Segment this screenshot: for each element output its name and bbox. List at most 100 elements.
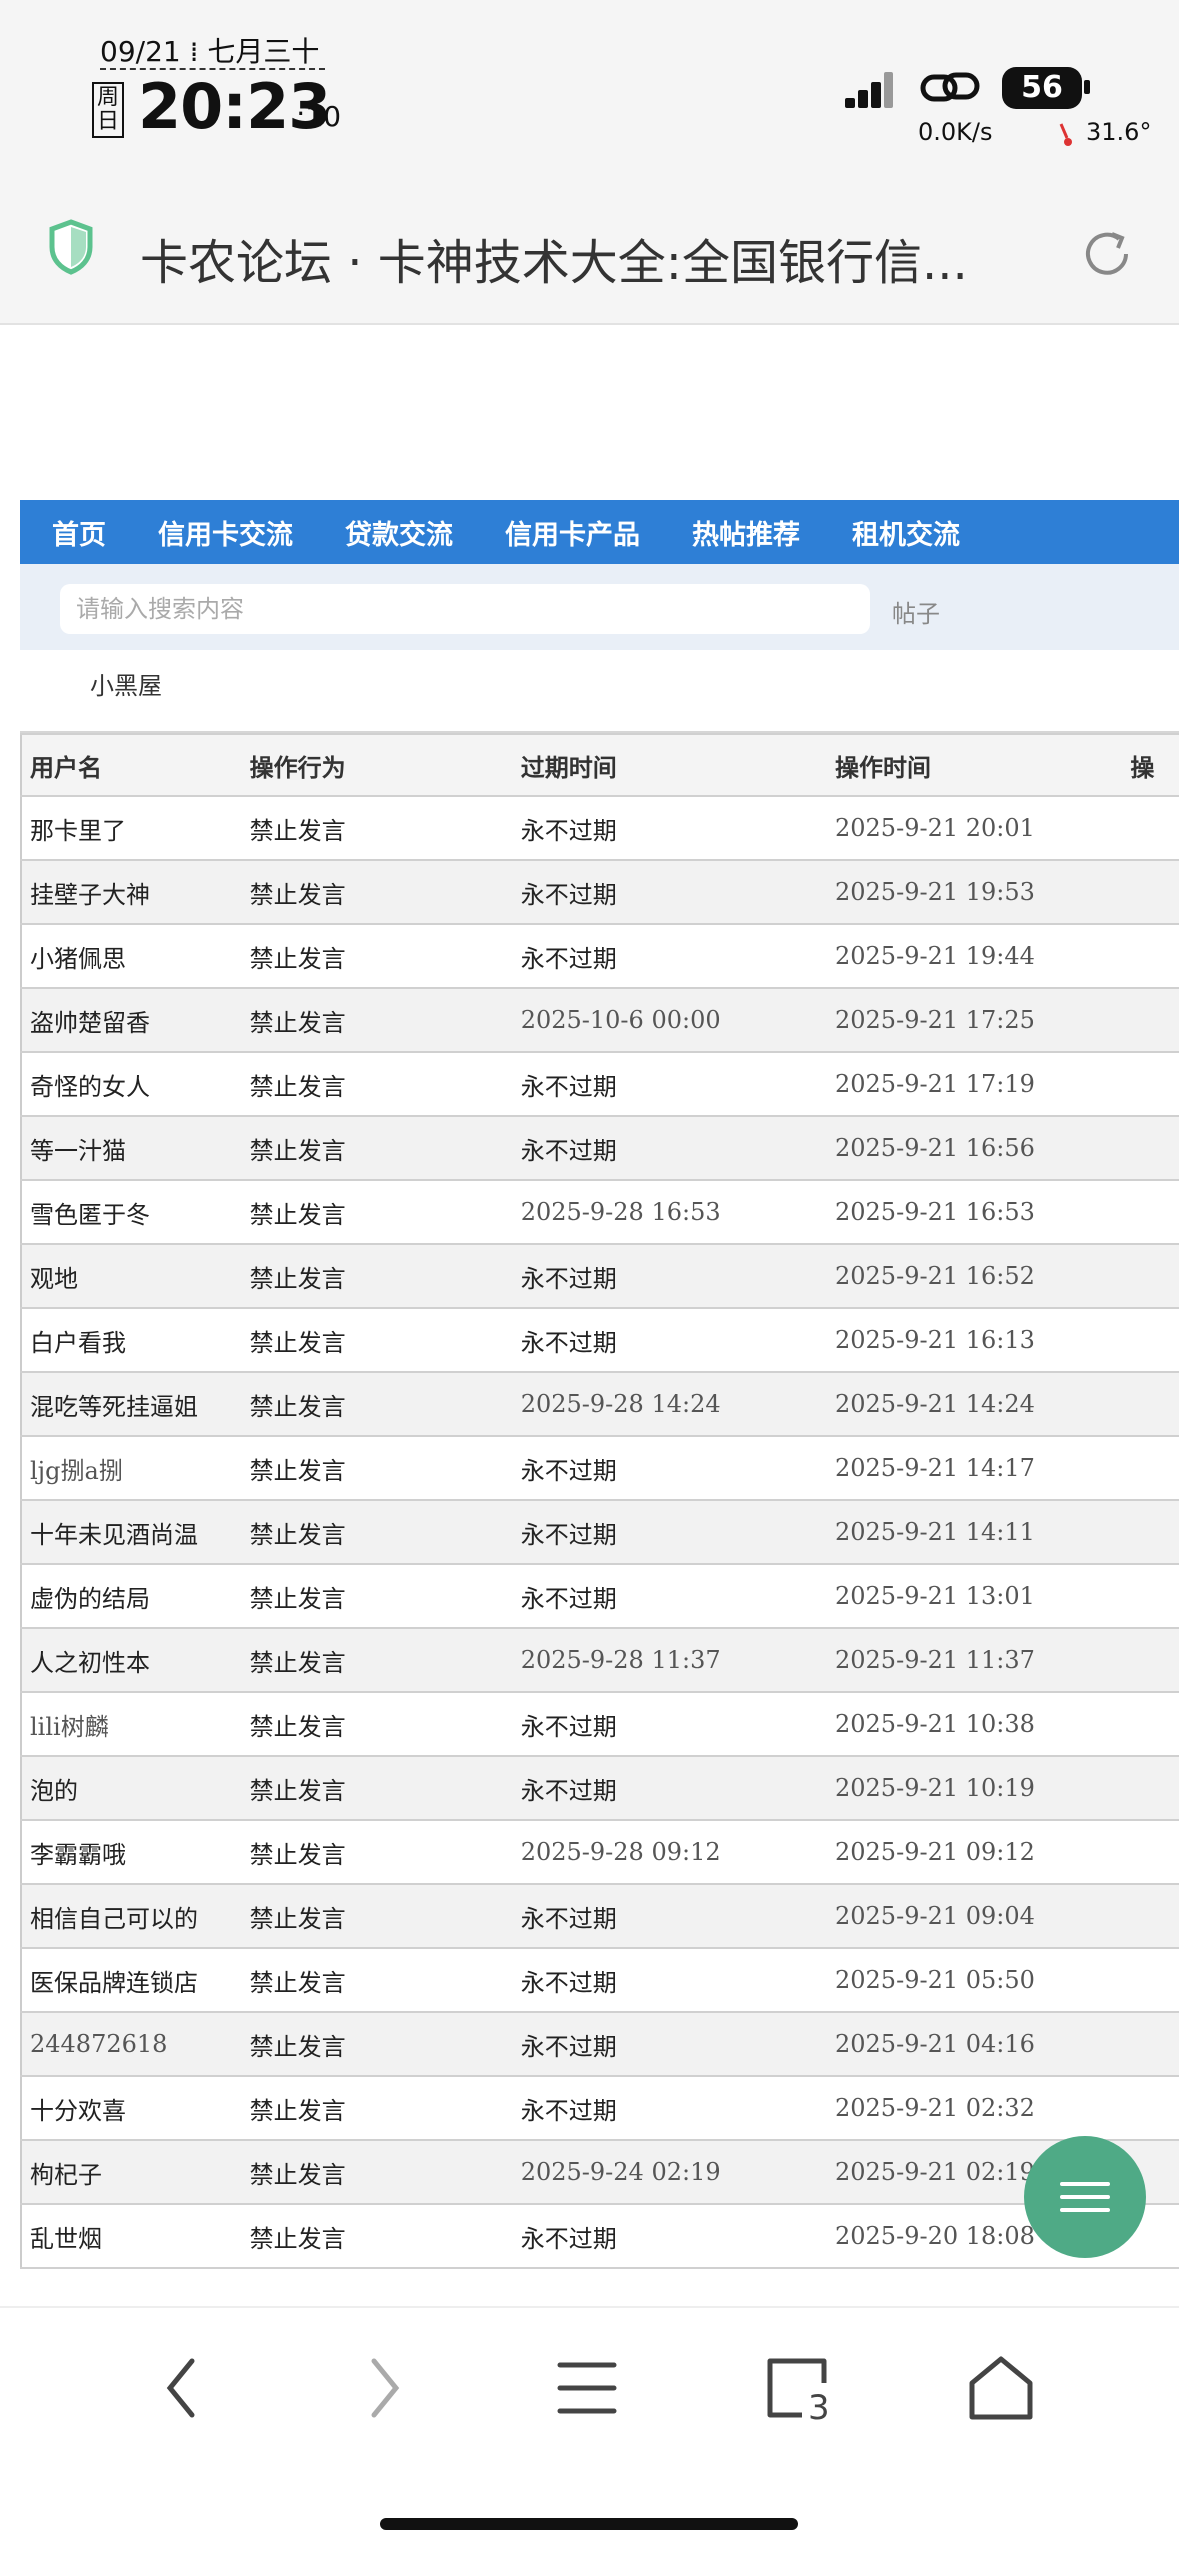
cell-operation-time: 2025-9-21 14:17 <box>827 1435 1123 1500</box>
temperature: 31.6° <box>1086 118 1152 146</box>
cell-username[interactable]: 乱世烟 <box>21 2203 242 2269</box>
cell-operation-time: 2025-9-21 17:25 <box>827 987 1123 1052</box>
search-input[interactable] <box>60 584 870 634</box>
cell-expiry: 永不过期 <box>512 859 827 924</box>
menu-icon[interactable] <box>556 2353 618 2423</box>
cell-username[interactable]: 相信自己可以的 <box>21 1883 242 1948</box>
cell-action: 禁止发言 <box>241 1371 513 1436</box>
col-operator: 操 <box>1122 733 1179 796</box>
cell-username[interactable]: 混吃等死挂逼姐 <box>21 1371 242 1436</box>
search-type-select[interactable]: 帖子 <box>892 594 940 629</box>
cell-username[interactable]: 等一汁猫 <box>21 1115 242 1180</box>
cell-username[interactable]: 244872618 <box>21 2011 242 2076</box>
cell-operator <box>1122 859 1179 924</box>
cell-action: 禁止发言 <box>241 923 513 988</box>
cell-expiry: 永不过期 <box>512 2011 827 2076</box>
cell-username[interactable]: 奇怪的女人 <box>21 1051 242 1116</box>
cell-username[interactable]: 小猪佩思 <box>21 923 242 988</box>
cell-username[interactable]: 李霸霸哦 <box>21 1819 242 1884</box>
nav-item-credit-card-exchange[interactable]: 信用卡交流 <box>158 513 293 552</box>
menu-fab-button[interactable] <box>1024 2136 1146 2258</box>
net-speed: 0.0K/s <box>918 118 993 146</box>
signal-icon <box>845 72 893 108</box>
status-weekday: 周日 <box>92 82 124 138</box>
address-bar[interactable]: 卡农论坛 · 卡神技术大全:全国银行信... <box>0 185 1179 325</box>
cell-expiry: 永不过期 <box>512 1563 827 1628</box>
cell-username[interactable]: 雪色匿于冬 <box>21 1179 242 1244</box>
home-icon[interactable] <box>966 2353 1036 2423</box>
cell-username[interactable]: 观地 <box>21 1243 242 1308</box>
cell-username[interactable]: 医保品牌连锁店 <box>21 1947 242 2012</box>
cell-operator <box>1122 2011 1179 2076</box>
cell-username[interactable]: 那卡里了 <box>21 795 242 860</box>
nav-item-phone-rental[interactable]: 租机交流 <box>852 513 960 552</box>
cell-username[interactable]: 泡的 <box>21 1755 242 1820</box>
status-seconds: :10 <box>296 100 342 133</box>
cell-expiry: 2025-9-28 11:37 <box>512 1627 827 1692</box>
cell-username[interactable]: 白户看我 <box>21 1307 242 1372</box>
cell-operator <box>1122 1435 1179 1500</box>
cell-username[interactable]: 十分欢喜 <box>21 2075 242 2140</box>
table-row: 244872618 禁止发言 永不过期 2025-9-21 04:16 <box>21 2011 1179 2076</box>
page-title[interactable]: 卡农论坛 · 卡神技术大全:全国银行信... <box>140 223 968 293</box>
table-row: ljg捌a捌 禁止发言 永不过期 2025-9-21 14:17 <box>21 1435 1179 1500</box>
cell-action: 禁止发言 <box>241 1499 513 1564</box>
nav-item-loan-exchange[interactable]: 贷款交流 <box>345 513 453 552</box>
table-row: 等一汁猫 禁止发言 永不过期 2025-9-21 16:56 <box>21 1115 1179 1180</box>
cell-operation-time: 2025-9-21 09:04 <box>827 1883 1123 1948</box>
cell-expiry: 2025-9-28 16:53 <box>512 1179 827 1244</box>
cell-action: 禁止发言 <box>241 1307 513 1372</box>
thermometer-icon <box>1059 123 1072 146</box>
cell-action: 禁止发言 <box>241 1819 513 1884</box>
nav-item-hot-posts[interactable]: 热帖推荐 <box>692 513 800 552</box>
cell-expiry: 永不过期 <box>512 1755 827 1820</box>
cell-operation-time: 2025-9-21 16:53 <box>827 1179 1123 1244</box>
cell-username[interactable]: 挂壁子大神 <box>21 859 242 924</box>
cell-expiry: 永不过期 <box>512 1051 827 1116</box>
cell-operator <box>1122 987 1179 1052</box>
cell-username[interactable]: 虚伪的结局 <box>21 1563 242 1628</box>
cell-action: 禁止发言 <box>241 1179 513 1244</box>
nav-item-credit-card-products[interactable]: 信用卡产品 <box>505 513 640 552</box>
refresh-icon[interactable] <box>1078 225 1136 283</box>
table-row: 乱世烟 禁止发言 永不过期 2025-9-20 18:08 <box>21 2203 1179 2269</box>
cell-operation-time: 2025-9-21 20:01 <box>827 795 1123 860</box>
home-indicator[interactable] <box>380 2518 798 2530</box>
table-row: 十分欢喜 禁止发言 永不过期 2025-9-21 02:32 <box>21 2075 1179 2140</box>
cell-operation-time: 2025-9-21 14:11 <box>827 1499 1123 1564</box>
cell-username[interactable]: 枸杞子 <box>21 2139 242 2204</box>
cell-username[interactable]: ljg捌a捌 <box>21 1435 242 1500</box>
cell-username[interactable]: 盗帅楚留香 <box>21 987 242 1052</box>
shield-icon[interactable] <box>48 219 94 275</box>
table-row: 小猪佩思 禁止发言 永不过期 2025-9-21 19:44 <box>21 923 1179 988</box>
table-row: 枸杞子 禁止发言 2025-9-24 02:19 2025-9-21 02:19 <box>21 2139 1179 2204</box>
table-row: lili树麟 禁止发言 永不过期 2025-9-21 10:38 <box>21 1691 1179 1756</box>
cell-username[interactable]: 十年未见酒尚温 <box>21 1499 242 1564</box>
site-nav: 首页 信用卡交流 贷款交流 信用卡产品 热帖推荐 租机交流 <box>20 500 1179 564</box>
forward-icon[interactable] <box>364 2353 406 2423</box>
cell-operator <box>1122 1499 1179 1564</box>
cell-operation-time: 2025-9-21 16:52 <box>827 1243 1123 1308</box>
table-header: 用户名 操作行为 过期时间 操作时间 操 <box>21 733 1179 796</box>
cell-username[interactable]: 人之初性本 <box>21 1627 242 1692</box>
cell-expiry: 永不过期 <box>512 1499 827 1564</box>
cell-expiry: 永不过期 <box>512 1435 827 1500</box>
fab-line <box>1060 2195 1110 2199</box>
cell-operator <box>1122 1755 1179 1820</box>
cell-expiry: 永不过期 <box>512 1947 827 2012</box>
back-icon[interactable] <box>160 2353 202 2423</box>
nav-item-home[interactable]: 首页 <box>52 513 106 552</box>
fab-line <box>1060 2182 1110 2186</box>
table-row: 观地 禁止发言 永不过期 2025-9-21 16:52 <box>21 1243 1179 1308</box>
cell-expiry: 永不过期 <box>512 795 827 860</box>
cell-action: 禁止发言 <box>241 1051 513 1116</box>
cell-username[interactable]: lili树麟 <box>21 1691 242 1756</box>
cell-expiry: 2025-9-28 14:24 <box>512 1371 827 1436</box>
cell-operation-time: 2025-9-21 16:56 <box>827 1115 1123 1180</box>
cell-action: 禁止发言 <box>241 1755 513 1820</box>
cell-action: 禁止发言 <box>241 2011 513 2076</box>
cell-operation-time: 2025-9-21 09:12 <box>827 1819 1123 1884</box>
col-username: 用户名 <box>21 733 242 796</box>
cell-operator <box>1122 1563 1179 1628</box>
battery-tip <box>1084 80 1090 94</box>
